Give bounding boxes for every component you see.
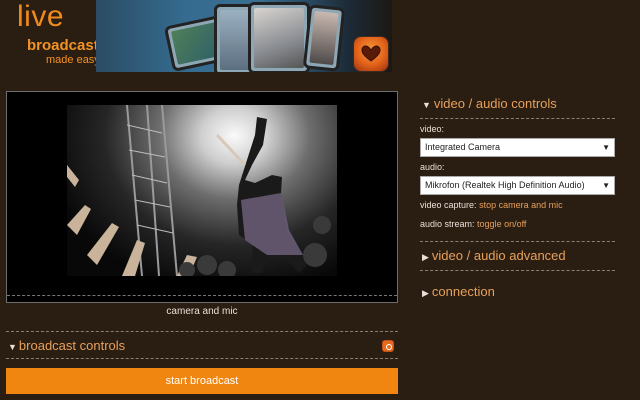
video-capture-row: video capture: stop camera and mic xyxy=(420,200,563,210)
brand-live-text: live xyxy=(17,0,65,33)
audio-source-select[interactable]: Mikrofon (Realtek High Definition Audio)… xyxy=(420,176,615,195)
section-divider xyxy=(420,270,615,271)
connection-toggle[interactable]: ▶ connection xyxy=(422,284,495,299)
audio-stream-label: audio stream: xyxy=(420,219,475,229)
app-heart-icon xyxy=(353,36,389,72)
triangle-down-icon: ▼ xyxy=(422,100,431,110)
brand-tagline: made easy xyxy=(46,54,100,66)
broadcast-controls-toggle[interactable]: ▼ broadcast controls xyxy=(8,338,125,353)
section-divider xyxy=(420,241,615,242)
section-divider xyxy=(420,118,615,119)
record-status-icon[interactable] xyxy=(382,340,394,352)
audio-label: audio: xyxy=(420,162,445,172)
promo-banner xyxy=(96,0,392,72)
audio-source-value: Mikrofon (Realtek High Definition Audio) xyxy=(425,180,585,190)
camera-video-feed xyxy=(67,105,337,276)
video-audio-controls-toggle[interactable]: ▼ video / audio controls xyxy=(422,96,557,111)
connection-label: connection xyxy=(431,284,495,299)
start-broadcast-button[interactable]: start broadcast xyxy=(6,368,398,394)
video-capture-label: video capture: xyxy=(420,200,477,210)
toggle-audio-link[interactable]: toggle on/off xyxy=(477,219,526,229)
triangle-down-icon: ▼ xyxy=(8,342,17,352)
broadcast-controls-label: broadcast controls xyxy=(18,338,126,353)
dropdown-arrow-icon: ▼ xyxy=(602,181,610,190)
audio-stream-row: audio stream: toggle on/off xyxy=(420,219,526,229)
video-label: video: xyxy=(420,124,445,134)
phone-image xyxy=(248,2,310,72)
video-audio-advanced-label: video / audio advanced xyxy=(431,248,566,263)
video-audio-controls-label: video / audio controls xyxy=(433,96,557,111)
video-source-select[interactable]: Integrated Camera ▼ xyxy=(420,138,615,157)
triangle-right-icon: ▶ xyxy=(422,252,429,262)
triangle-right-icon: ▶ xyxy=(422,288,429,298)
video-preview xyxy=(6,91,398,303)
preview-caption: camera and mic xyxy=(166,306,238,317)
dropdown-arrow-icon: ▼ xyxy=(602,143,610,152)
stop-camera-link[interactable]: stop camera and mic xyxy=(479,200,563,210)
section-divider xyxy=(6,358,398,359)
video-source-value: Integrated Camera xyxy=(425,142,501,152)
phone-image xyxy=(302,4,346,72)
video-audio-advanced-toggle[interactable]: ▶ video / audio advanced xyxy=(422,248,566,263)
section-divider xyxy=(6,331,398,332)
